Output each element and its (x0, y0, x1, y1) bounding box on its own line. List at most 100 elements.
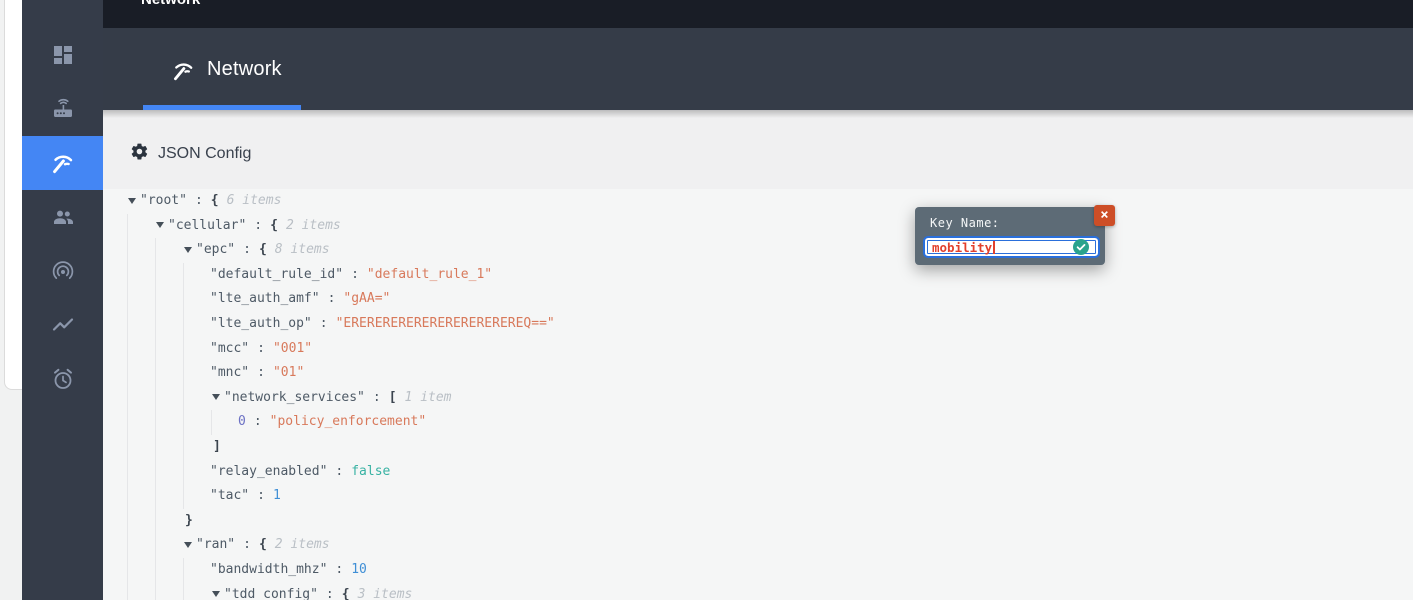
close-bracket: ] (213, 439, 221, 454)
tree-row-tdd-config: "tdd_config":{3 items (197, 583, 1413, 600)
tree-row-mcc: "mcc": "001" (197, 337, 1413, 362)
json-key: "root" (140, 193, 187, 208)
tree-group-cellular: "epc":{8 items "default_rule_id":"defaul… (155, 238, 1413, 600)
wifi-tethering-icon (51, 259, 75, 283)
tree-row-bandwidth-mhz: "bandwidth_mhz":10 (197, 558, 1413, 583)
collapse-arrow-icon[interactable] (128, 189, 140, 214)
array-index: 0 (238, 414, 246, 429)
tree-group-root: "cellular":{2 items "epc":{8 items "defa… (127, 214, 1413, 600)
tree-row-close-bracket: ] (197, 435, 1413, 460)
open-bracket: [ (389, 390, 397, 405)
header-title: Network (207, 28, 282, 110)
open-brace: { (270, 218, 278, 233)
json-key: "relay_enabled" (210, 464, 327, 479)
chart-icon (51, 313, 75, 337)
tree-row-network-services: "network_services":[1 item (197, 386, 1413, 411)
tree-row-lte-auth-op: "lte_auth_op":"EREREREREREREREREREREREQ=… (197, 312, 1413, 337)
router-icon (51, 97, 75, 121)
key-name-input[interactable]: mobility (923, 236, 1100, 258)
close-icon[interactable]: × (1094, 205, 1115, 226)
people-icon (51, 205, 75, 229)
json-key: "tac" (210, 488, 249, 503)
json-tree: "root":{6 items "cellular":{2 items "epc… (103, 189, 1413, 600)
tree-row-mnc: "mnc":"01" (197, 361, 1413, 386)
json-key: "tdd_config" (224, 587, 318, 600)
json-key: "network_services" (224, 390, 365, 405)
separator: : (328, 291, 336, 306)
separator: : (373, 390, 381, 405)
tree-row-tac: "tac":1 (197, 484, 1413, 509)
dashboard-icon (51, 43, 75, 67)
json-key: "default_rule_id" (210, 267, 343, 282)
collapse-arrow-icon[interactable] (212, 386, 224, 411)
separator: : (257, 341, 265, 356)
json-tree-panel: "root":{6 items "cellular":{2 items "epc… (103, 189, 1413, 600)
separator: : (335, 562, 343, 577)
tree-group-epc: "default_rule_id": "default_rule_1" "lte_… (183, 263, 1413, 509)
json-value[interactable]: 1 (273, 488, 281, 503)
json-value[interactable]: false (351, 464, 390, 479)
active-tab-indicator (143, 105, 301, 110)
json-value[interactable]: "001" (273, 341, 312, 356)
sidebar-item-dashboard[interactable] (22, 28, 103, 82)
text-cursor (993, 241, 995, 254)
key-name-popup: Key Name: × mobility (915, 207, 1105, 265)
top-bar: Network (103, 0, 1413, 28)
json-config-title: JSON Config (158, 145, 251, 163)
items-count: 2 items (286, 218, 341, 233)
json-key: "cellular" (168, 218, 246, 233)
items-count: 2 items (275, 537, 330, 552)
sidebar-item-network[interactable] (22, 136, 103, 190)
tree-row-close-brace: } (169, 509, 1413, 534)
json-value[interactable]: "default_rule_1" (367, 267, 492, 282)
json-value[interactable]: "01" (273, 365, 304, 380)
json-key: "lte_auth_amf" (210, 291, 320, 306)
key-name-label: Key Name: (930, 216, 1000, 230)
key-name-value: mobility (932, 240, 992, 255)
separator: : (254, 218, 262, 233)
open-brace: { (211, 193, 219, 208)
separator: : (257, 365, 265, 380)
open-brace: { (342, 587, 350, 600)
main-content: JSON Config "root":{6 items "cellular":{… (103, 110, 1413, 600)
json-value[interactable]: "gAA=" (343, 291, 390, 306)
tree-row-cellular: "cellular": {2 items (141, 214, 1413, 239)
separator: : (195, 193, 203, 208)
separator: : (335, 464, 343, 479)
sidebar-item-alarms[interactable] (22, 352, 103, 406)
tree-row-root: "root":{6 items (140, 189, 1413, 214)
tree-row-ran: "ran":{2 items (169, 533, 1413, 558)
app-header: Network (103, 28, 1413, 110)
alarm-icon (51, 367, 75, 391)
tree-row-lte-auth-amf: "lte_auth_amf": "gAA=" (197, 287, 1413, 312)
open-brace: { (259, 537, 267, 552)
separator: : (254, 414, 262, 429)
close-brace: } (185, 513, 193, 528)
tree-row-index-0: 0: "policy_enforcement" (225, 410, 1413, 435)
separator: : (257, 488, 265, 503)
sidebar-item-subscribers[interactable] (22, 190, 103, 244)
collapse-arrow-icon[interactable] (184, 533, 196, 558)
separator: : (351, 267, 359, 282)
json-value[interactable]: "EREREREREREREREREREREREQ==" (336, 316, 555, 331)
collapse-arrow-icon[interactable] (184, 238, 196, 263)
check-circle-icon[interactable] (1073, 239, 1089, 255)
json-value[interactable]: 10 (351, 562, 367, 577)
tree-row-relay-enabled: "relay_enabled": false (197, 460, 1413, 485)
json-key: "mcc" (210, 341, 249, 356)
network-check-icon (172, 59, 195, 87)
json-config-header: JSON Config (130, 138, 251, 170)
json-value[interactable]: "policy_enforcement" (270, 414, 427, 429)
items-count: 8 items (275, 242, 330, 257)
collapse-arrow-icon[interactable] (212, 583, 224, 600)
sidebar-item-gateways[interactable] (22, 82, 103, 136)
tree-row-epc: "epc":{8 items (169, 238, 1413, 263)
json-key: "epc" (196, 242, 235, 257)
collapse-arrow-icon[interactable] (156, 214, 168, 239)
network-check-icon (51, 151, 75, 175)
separator: : (326, 587, 334, 600)
json-key: "bandwidth_mhz" (210, 562, 327, 577)
sidebar-item-tethering[interactable] (22, 244, 103, 298)
tree-group-ran: "bandwidth_mhz":10 "tdd_config":{3 items (183, 558, 1413, 600)
sidebar-item-metrics[interactable] (22, 298, 103, 352)
